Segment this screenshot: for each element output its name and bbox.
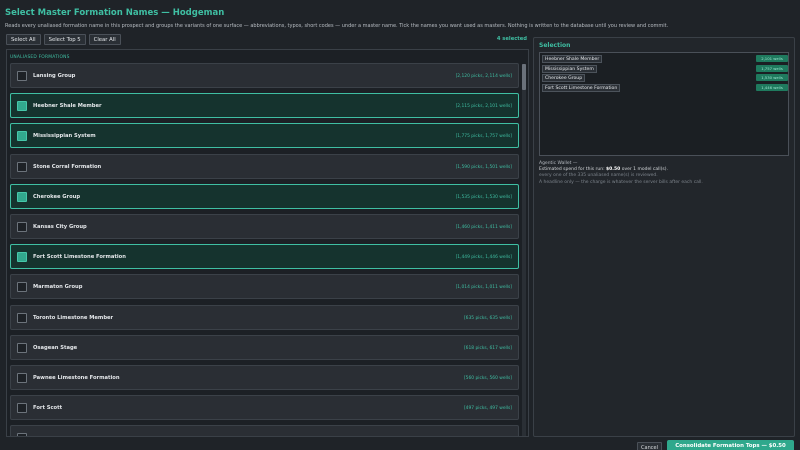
formation-row[interactable]: Kansas City Group [1,460 picks, 1,411 wel… xyxy=(10,214,519,239)
formation-checkbox[interactable] xyxy=(17,252,27,263)
formation-stats: [1,590 picks, 1,501 wells] xyxy=(455,164,512,170)
wells-badge: 1,757 wells xyxy=(756,64,788,72)
wells-badge: 1,530 wells xyxy=(756,74,788,81)
formation-row[interactable]: Fort Scott [497 picks, 497 wells] xyxy=(10,395,519,421)
formation-stats: [618 picks, 617 wells] xyxy=(463,345,512,351)
formation-checkbox[interactable] xyxy=(17,222,27,232)
selection-item-name: Cherokee Group xyxy=(542,74,586,82)
page-title: Select Master Formation Names — Hodgeman xyxy=(5,8,225,18)
formation-stats: [2,115 picks, 2,101 wells] xyxy=(455,104,512,110)
formation-row[interactable]: Stone Corral Formation [1,590 picks, 1,50… xyxy=(10,153,519,179)
wells-badge: 2,101 wells xyxy=(756,55,788,62)
formation-checkbox[interactable] xyxy=(17,342,27,353)
scrollbar-thumb[interactable] xyxy=(522,64,526,90)
list-header: UNALIASED FORMATIONS xyxy=(10,55,70,60)
selection-item-name: Heebner Shale Member xyxy=(542,55,603,63)
formation-stats: [560 picks, 560 wells] xyxy=(463,376,512,381)
formation-row[interactable]: Cherokee Group [1,535 picks, 1,530 wells] xyxy=(10,183,519,209)
formation-name: Pawnee Limestone Formation xyxy=(33,375,120,381)
wallet-estimate-suffix: over 1 model call(s). xyxy=(620,167,668,173)
formation-checkbox[interactable] xyxy=(17,101,27,112)
formation-checkbox[interactable] xyxy=(17,191,27,202)
formation-row[interactable]: Toronto Limestone Member [635 picks, 635 … xyxy=(10,304,519,330)
formation-checkbox[interactable] xyxy=(17,71,27,81)
formation-name: Fort Scott xyxy=(33,405,63,412)
formation-stats: [2,120 picks, 2,114 wells] xyxy=(455,74,512,79)
formation-row[interactable]: Osagean Stage [618 picks, 617 wells] xyxy=(10,334,519,360)
formation-stats: [1,535 picks, 1,530 wells] xyxy=(455,194,512,200)
consolidate-button[interactable]: Consolidate Formation Tops — $0.50 xyxy=(667,440,794,450)
formation-name: Toronto Limestone Member xyxy=(33,314,114,321)
formation-row[interactable]: Marmaton Group [1,014 picks, 1,011 wells] xyxy=(10,274,519,300)
formation-stats: [1,775 picks, 1,757 wells] xyxy=(455,134,512,140)
formation-name: Kansas City Group xyxy=(33,224,87,230)
formation-name: Marmaton Group xyxy=(33,284,83,291)
formation-name: Heebner Shale Member xyxy=(33,103,102,110)
formation-checkbox[interactable] xyxy=(17,433,27,436)
formation-stats: [1,460 picks, 1,411 wells] xyxy=(455,225,512,230)
formation-checkbox[interactable] xyxy=(17,373,27,383)
wallet-billing-note: A headline only — the charge is whatever… xyxy=(539,179,703,185)
wallet-amount: $0.50 xyxy=(606,167,621,173)
formation-stats: [1,014 picks, 1,011 wells] xyxy=(455,285,512,291)
formation-row[interactable]: Fort Scott Limestone Formation [1,449 pic… xyxy=(10,244,519,270)
formation-checkbox[interactable] xyxy=(17,161,27,172)
formation-row[interactable]: Lansing Group [2,120 picks, 2,114 wells] xyxy=(10,63,519,88)
selection-heading: Selection xyxy=(539,42,571,49)
formation-row[interactable]: Heebner Shale Member [2,115 picks, 2,101 … xyxy=(10,93,519,119)
cancel-button[interactable]: Cancel xyxy=(637,442,662,450)
formation-list-panel: UNALIASED FORMATIONS Lansing Group [2,120… xyxy=(6,49,529,437)
clear-all-button[interactable]: Clear All xyxy=(88,34,121,45)
select-top5-button[interactable]: Select Top 5 xyxy=(43,34,86,45)
selection-item-name: Fort Scott Limestone Formation xyxy=(542,83,621,92)
formation-name: Osagean Stage xyxy=(33,344,78,351)
formation-stats: [1,449 picks, 1,446 wells] xyxy=(455,255,512,261)
wallet-estimate-prefix: Estimated spend for this run: xyxy=(539,167,607,173)
select-all-button[interactable]: Select All xyxy=(6,34,41,45)
selection-item-name: Mississippian System xyxy=(542,64,597,73)
formation-stats: [635 picks, 635 wells] xyxy=(463,315,512,321)
formation-row[interactable]: Mississippian System [1,775 picks, 1,757 … xyxy=(10,123,519,149)
wells-badge: 1,446 wells xyxy=(756,83,788,91)
formation-name: Cherokee Group xyxy=(33,193,81,200)
formation-checkbox[interactable] xyxy=(17,403,27,414)
selection-toolbar: Select All Select Top 5 Clear All xyxy=(6,34,121,45)
formation-name: Mississippian System xyxy=(33,133,96,140)
formation-stats: [497 picks, 497 wells] xyxy=(463,406,512,412)
selected-count: 4 selected xyxy=(496,36,527,42)
selection-list: Heebner Shale Member 2,101 wells Mississip… xyxy=(539,52,789,156)
formation-checkbox[interactable] xyxy=(17,312,27,323)
list-scrollbar[interactable] xyxy=(522,64,526,436)
formation-checkbox[interactable] xyxy=(17,131,27,142)
selection-item: Fort Scott Limestone Formation 1,446 well… xyxy=(542,83,788,92)
selection-item: Heebner Shale Member 2,101 wells xyxy=(542,55,788,63)
selection-item: Mississippian System 1,757 wells xyxy=(542,64,788,73)
formation-checkbox[interactable] xyxy=(17,282,27,293)
agentic-wallet: Agentic Wallet — Estimated spend for thi… xyxy=(539,161,789,186)
formation-name: Fort Scott Limestone Formation xyxy=(33,254,126,261)
formation-name: Lansing Group xyxy=(33,73,76,79)
selection-panel: Selection Heebner Shale Member 2,101 well… xyxy=(533,37,795,437)
formation-row[interactable]: Pawnee Limestone Formation [560 picks, 56… xyxy=(10,365,519,390)
page-description: Reads every unaliased formation name in … xyxy=(5,23,669,29)
formation-name: Stone Corral Formation xyxy=(33,163,102,170)
formation-row[interactable] xyxy=(10,425,519,436)
selection-item: Cherokee Group 1,530 wells xyxy=(542,74,788,82)
